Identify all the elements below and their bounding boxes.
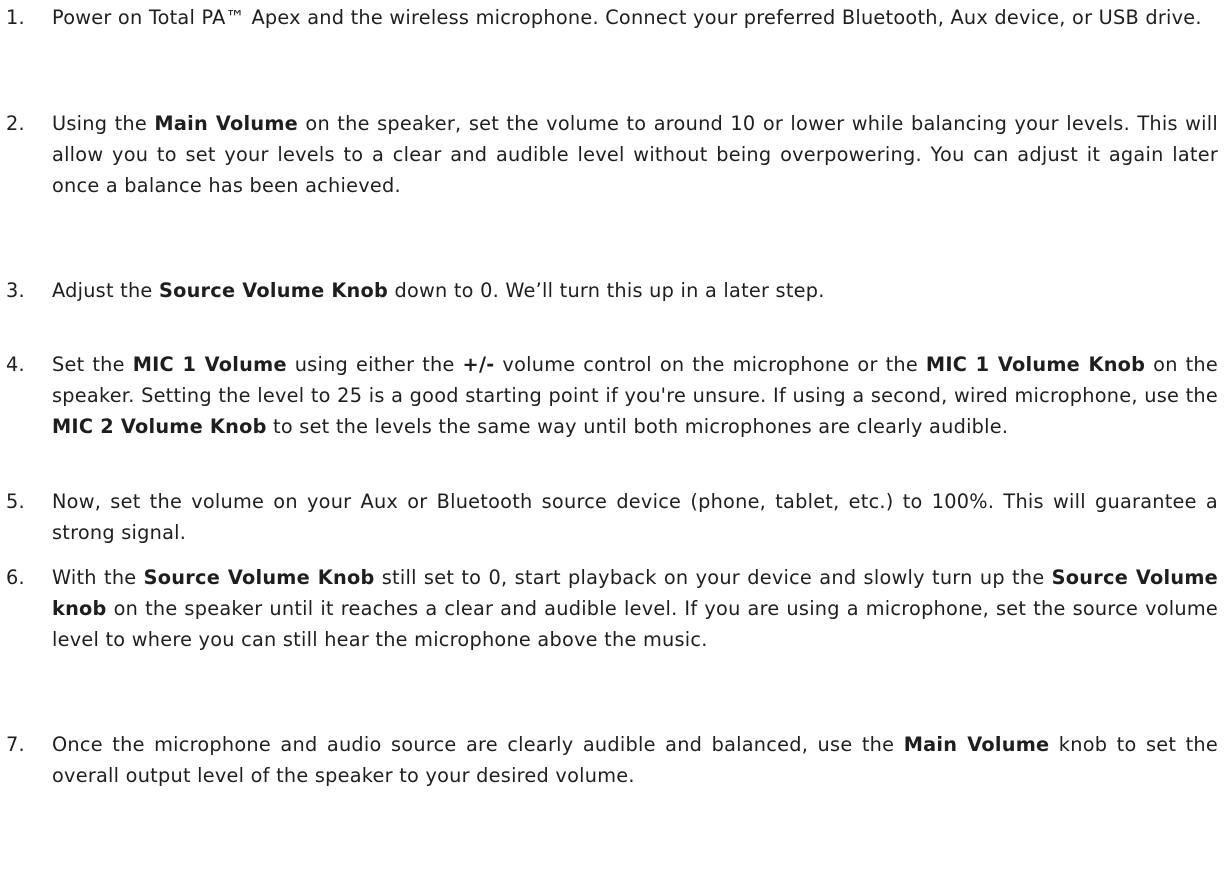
step-text: Power on Total PA™ Apex and the wireless…: [52, 2, 1218, 33]
step-text: With the Source Volume Knob still set to…: [52, 562, 1218, 655]
text-run: using either the: [286, 353, 463, 376]
bold-term: +/-: [462, 353, 495, 376]
text-run: still set to 0, start playback on your d…: [374, 566, 1052, 589]
text-run: Set the: [52, 353, 133, 376]
text-run: Once the microphone and audio source are…: [52, 733, 904, 756]
bold-term: Main Volume: [154, 112, 299, 135]
step-number: 4.: [6, 353, 25, 376]
step-text: Once the microphone and audio source are…: [52, 729, 1218, 791]
text-run: on the speaker until it reaches a clear …: [52, 597, 1218, 651]
step-text: Now, set the volume on your Aux or Bluet…: [52, 486, 1218, 548]
step-number: 3.: [6, 279, 25, 302]
text-run: Adjust the: [52, 279, 159, 302]
step-number: 6.: [6, 566, 25, 589]
text-run: to set the levels the same way until bot…: [266, 415, 1009, 438]
bold-term: Source Volume Knob: [143, 566, 375, 589]
step-number: 2.: [6, 112, 25, 135]
bold-term: Source Volume Knob: [158, 279, 389, 302]
step-number: 5.: [6, 490, 25, 513]
step-text: Using the Main Volume on the speaker, se…: [52, 108, 1218, 201]
text-run: Now, set the volume on your Aux or Bluet…: [52, 490, 1218, 544]
text-run: Power on Total PA™ Apex and the wireless…: [52, 6, 1202, 29]
text-run: Using the: [52, 112, 155, 135]
bold-term: MIC 1 Volume: [132, 353, 287, 376]
text-run: With the: [52, 566, 144, 589]
bold-term: MIC 2 Volume Knob: [52, 415, 267, 438]
bold-term: MIC 1 Volume Knob: [925, 353, 1146, 376]
text-run: volume control on the microphone or the: [494, 353, 926, 376]
bold-term: Main Volume: [903, 733, 1050, 756]
step-text: Adjust the Source Volume Knob down to 0.…: [52, 275, 1218, 306]
step-number: 7.: [6, 733, 25, 756]
step-number: 1.: [6, 6, 25, 29]
text-run: down to 0. We’ll turn this up in a later…: [388, 279, 825, 302]
step-text: Set the MIC 1 Volume using either the +/…: [52, 349, 1218, 442]
